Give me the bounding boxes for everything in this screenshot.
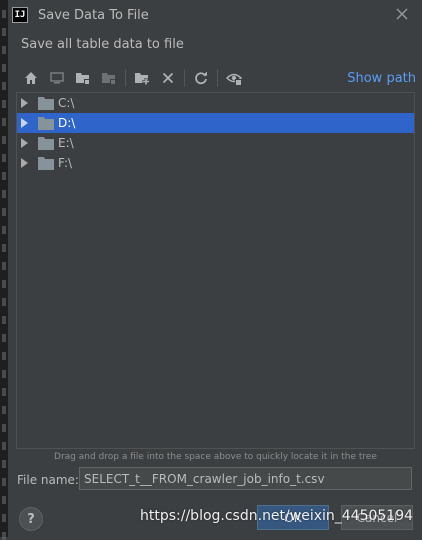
tree-item-c-drive[interactable]: C:\ — [17, 93, 414, 113]
app-icon: IJ — [12, 7, 28, 23]
tree-item-label: D:\ — [58, 116, 76, 130]
expand-arrow-icon[interactable] — [21, 158, 28, 168]
toolbar-separator — [184, 69, 185, 87]
window-title: Save Data To File — [38, 7, 149, 23]
tree-item-label: C:\ — [58, 96, 75, 110]
new-folder-button[interactable] — [132, 68, 152, 88]
tree-item-d-drive[interactable]: D:\ — [17, 113, 414, 133]
project-folder-icon — [76, 73, 90, 85]
toolbar: Show path — [21, 66, 416, 90]
dialog-description: Save all table data to file — [21, 37, 184, 52]
new-folder-icon — [135, 73, 150, 85]
hidden-files-button[interactable] — [224, 68, 244, 88]
expand-arrow-icon[interactable] — [21, 138, 28, 148]
help-button[interactable]: ? — [19, 507, 43, 531]
project-folder-button[interactable] — [73, 68, 93, 88]
drag-drop-hint: Drag and drop a file into the space abov… — [54, 452, 377, 462]
title-bar: IJ Save Data To File — [8, 0, 422, 30]
folder-icon — [38, 97, 54, 110]
show-path-link[interactable]: Show path — [347, 71, 416, 86]
desktop-icon — [50, 72, 64, 84]
toolbar-separator — [217, 69, 218, 87]
refresh-icon — [195, 71, 207, 85]
folder-icon — [38, 117, 54, 130]
home-button[interactable] — [21, 68, 41, 88]
expand-arrow-icon[interactable] — [21, 98, 28, 108]
file-name-label: File name: — [17, 473, 79, 487]
toolbar-separator — [125, 69, 126, 87]
module-folder-icon — [102, 73, 116, 85]
tree-item-f-drive[interactable]: F:\ — [17, 153, 414, 173]
delete-icon — [162, 72, 174, 84]
background-window-edge — [0, 0, 8, 540]
file-name-input[interactable] — [79, 467, 412, 490]
ok-button[interactable]: OK — [257, 505, 329, 530]
tree-item-e-drive[interactable]: E:\ — [17, 133, 414, 153]
tree-item-label: E:\ — [58, 136, 74, 150]
refresh-button[interactable] — [191, 68, 211, 88]
cancel-button[interactable]: Cancel — [341, 505, 413, 530]
delete-button[interactable] — [158, 68, 178, 88]
folder-icon — [38, 137, 54, 150]
file-tree[interactable]: C:\ D:\ E:\ F:\ — [16, 92, 415, 449]
hidden-files-icon — [226, 73, 242, 86]
expand-arrow-icon[interactable] — [21, 118, 28, 128]
module-folder-button[interactable] — [99, 68, 119, 88]
close-button[interactable] — [394, 6, 410, 22]
close-icon — [396, 8, 408, 20]
folder-icon — [38, 157, 54, 170]
tree-item-label: F:\ — [58, 156, 73, 170]
desktop-button[interactable] — [47, 68, 67, 88]
home-icon — [25, 72, 37, 84]
